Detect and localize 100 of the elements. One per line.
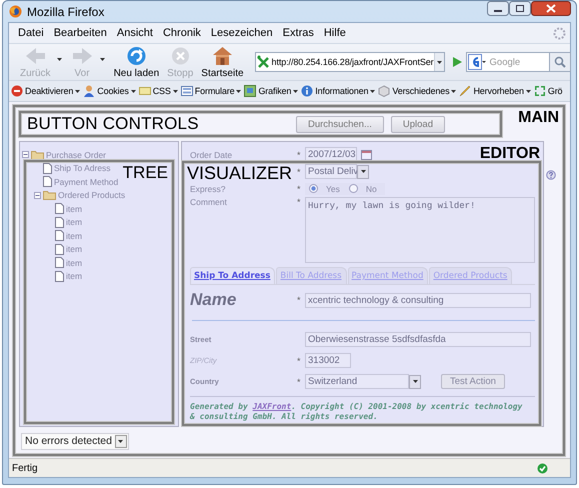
dropdown-caret-icon[interactable] (360, 170, 366, 173)
firefox-logo-icon (9, 5, 22, 18)
required-mark: * (297, 197, 302, 207)
toolbar-button[interactable]: Startseite (198, 45, 247, 79)
calendar-icon[interactable] (361, 150, 372, 160)
address-field[interactable]: http://80.254.166.28/jaxfront/JAXFrontSer (254, 52, 445, 72)
dropdown-caret-icon[interactable] (412, 380, 418, 383)
input-field[interactable]: xcentric technology & consulting (305, 292, 531, 308)
toolbar-button[interactable]: Neu laden (110, 45, 162, 79)
toolbar-button[interactable]: Durchsuchen... (296, 116, 384, 132)
reload-icon (124, 45, 148, 67)
document-icon (55, 216, 64, 228)
radio-unselected[interactable] (348, 184, 358, 193)
input-field[interactable]: 313002 (305, 353, 351, 368)
tree-item[interactable]: Purchase Order (46, 150, 106, 160)
tree-item[interactable]: item (66, 230, 82, 241)
toolbar-button[interactable]: Upload (390, 116, 445, 132)
jaxfront-link[interactable]: JAXFront (252, 402, 292, 411)
annotation-label: EDITOR (480, 145, 540, 163)
document-icon (55, 244, 64, 255)
annotation-label: VISUALIZER (187, 163, 292, 184)
menu-item[interactable]: Bearbeiten (48, 25, 112, 41)
toolbar-menu[interactable]: Deaktivieren (11, 85, 80, 97)
toolbar-menu[interactable]: Formulare (180, 85, 242, 97)
document-icon (55, 230, 64, 242)
toolbar-menu[interactable]: Hervorheben (459, 85, 531, 97)
minimize-button[interactable] (487, 1, 509, 16)
menu-item[interactable]: Datei (13, 25, 49, 41)
history-caret-icon[interactable] (436, 60, 442, 64)
action-button[interactable]: Test Action (441, 374, 505, 389)
toolbar-menu[interactable]: Verschiedenes (378, 85, 456, 97)
search-button[interactable] (548, 52, 571, 72)
tree-item[interactable]: item (66, 271, 82, 282)
radio-selected[interactable] (309, 184, 318, 193)
dropdown-caret-icon[interactable] (75, 90, 80, 92)
tree-item[interactable]: item (66, 258, 82, 268)
dropdown-caret-icon[interactable] (370, 90, 376, 92)
collapse-icon[interactable] (34, 192, 41, 199)
document-icon (55, 257, 64, 268)
tree-item[interactable]: item (66, 204, 82, 214)
toolbar-menu[interactable]: Grö (534, 85, 562, 97)
dropdown-caret-icon[interactable] (130, 90, 136, 92)
tree-item[interactable]: item (66, 244, 82, 254)
collapse-icon[interactable] (22, 151, 29, 158)
radio-label[interactable]: No (366, 184, 377, 194)
dropdown-caret-icon[interactable] (293, 90, 298, 92)
field-label: Comment (190, 197, 227, 207)
cube-icon (378, 85, 390, 97)
tree-item[interactable]: Ship To Adress (54, 163, 111, 174)
menu-item[interactable]: Chronik (158, 25, 206, 41)
document-icon (55, 203, 64, 214)
dropdown-caret-icon[interactable] (172, 90, 178, 92)
image-icon (244, 85, 256, 97)
close-button[interactable] (531, 1, 571, 16)
toolbar-menu[interactable]: Cookies (83, 85, 136, 97)
field-label: Express? (190, 184, 226, 194)
help-icon[interactable] (546, 170, 556, 180)
toolbar-menu[interactable]: Informationen (301, 85, 376, 97)
tab[interactable]: Ship To Address (190, 267, 276, 284)
input-field[interactable]: Oberwiesenstrasse 5sdfsdfasfda (305, 332, 531, 347)
required-mark: * (297, 356, 302, 366)
annotation-label: MAIN (518, 109, 559, 127)
required-mark: * (297, 150, 302, 160)
tree-item[interactable]: item (66, 217, 82, 228)
info-icon (301, 85, 314, 97)
dropdown-caret-icon[interactable] (118, 440, 124, 442)
dropdown-caret-icon[interactable] (526, 90, 531, 92)
card-icon (138, 85, 151, 97)
maximize-button[interactable] (509, 1, 531, 16)
menu-item[interactable]: Lesezeichen (206, 25, 278, 41)
pen-icon (459, 85, 472, 97)
person-icon (83, 85, 96, 97)
folder-icon (31, 150, 44, 160)
status-text: Fertig (12, 462, 38, 474)
annotation-label: BUTTON CONTROLS (27, 114, 199, 134)
dropdown-caret-icon[interactable] (236, 90, 242, 92)
search-icon[interactable] (554, 56, 566, 68)
history-caret-icon[interactable] (56, 58, 62, 60)
check-icon (537, 462, 548, 474)
radio-label[interactable]: Yes (326, 184, 340, 194)
menu-item[interactable]: Extras (278, 25, 319, 41)
toolbar-menu[interactable]: Grafiken (244, 85, 298, 97)
toolbar-menu[interactable]: CSS (138, 85, 178, 97)
menu-item[interactable]: Ansicht (112, 25, 158, 41)
comment-textarea[interactable]: Hurry, my lawn is going wilder! (305, 197, 535, 263)
required-mark: * (297, 166, 302, 176)
error-dropdown[interactable]: No errors detected (21, 432, 129, 450)
required-mark: * (297, 184, 302, 194)
window-title: Mozilla Firefox (27, 4, 104, 18)
history-caret-icon[interactable] (100, 58, 105, 60)
search-engine-icon[interactable] (466, 52, 487, 72)
search-field[interactable]: Google (486, 52, 549, 72)
forward-arrow-icon (70, 45, 94, 67)
tree-item[interactable]: Ordered Products (58, 190, 126, 200)
tree-item[interactable]: Payment Method (54, 176, 118, 187)
no-entry-icon (11, 85, 23, 97)
document-icon (43, 162, 52, 174)
required-mark: * (297, 295, 302, 305)
dropdown-caret-icon[interactable] (451, 90, 456, 92)
menu-item[interactable]: Hilfe (318, 25, 351, 41)
